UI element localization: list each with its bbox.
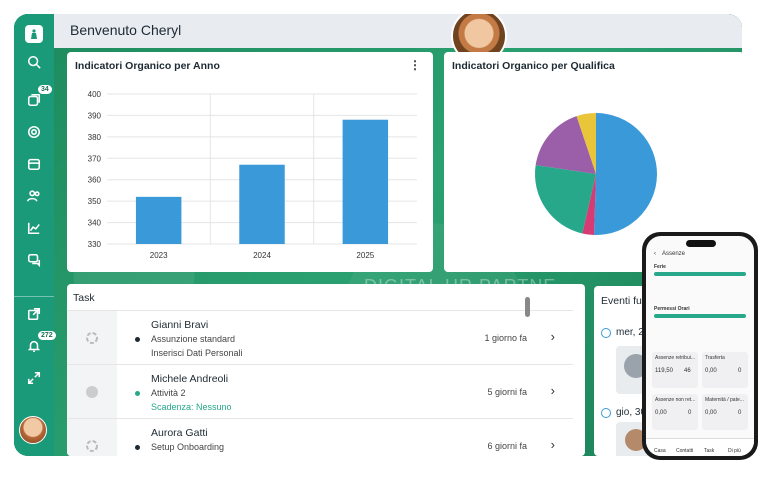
phone-progress-bar [654,272,746,276]
external-link-icon[interactable] [22,304,46,324]
y-tick-label: 370 [88,154,102,163]
radio-icon[interactable] [601,408,611,418]
x-tick-label: 2023 [150,251,168,260]
status-dot [135,445,140,450]
phone-card-value: 0,00 [705,368,717,374]
task-step: Inserisci Dati Personali [151,348,243,358]
task-status-cell [67,419,117,456]
calendar-icon[interactable] [22,154,46,174]
chart-icon[interactable] [22,218,46,238]
target-icon[interactable] [22,122,46,142]
header: Benvenuto Cheryl [54,14,742,64]
phone-card-value: 119,50 [655,368,673,374]
expand-icon[interactable] [22,368,46,388]
y-tick-label: 350 [88,197,102,206]
chevron-right-icon[interactable]: › [551,437,555,452]
phone-nav-home[interactable]: Casa [654,448,666,454]
task-row[interactable]: Aurora Gatti Setup Onboarding 6 giorni f… [67,418,573,456]
phone-card-title: Assenze non ret... [655,397,696,403]
phone-card[interactable]: Assenze non ret... 0,00 0 [652,394,698,430]
user-avatar[interactable] [19,416,47,444]
events-card-title: Eventi fu [601,295,642,307]
task-time: 1 giorno fa [484,333,527,343]
task-time: 6 giorni fa [487,441,527,451]
task-type: Attività 2 [151,388,186,398]
bar[interactable] [239,164,285,244]
inbox-badge: 34 [37,84,53,95]
task-status-cell [67,365,117,418]
phone-card-value: 0 [688,410,692,416]
task-assignee: Aurora Gatti [151,427,208,439]
phone-title: Assenze [662,251,686,257]
search-icon[interactable] [22,52,46,72]
chat-icon[interactable] [22,250,46,270]
phone-nav-contacts[interactable]: Contatti [676,448,693,454]
phone-mockup: ‹ Assenze Ferie Permessi Orari Assenze r… [642,232,758,460]
y-tick-label: 380 [88,133,102,142]
y-tick-label: 340 [88,219,102,228]
chevron-right-icon[interactable]: › [551,383,555,398]
notifications-badge: 272 [37,330,57,341]
x-tick-label: 2025 [356,251,374,260]
pie-slice[interactable] [594,113,658,236]
task-type: Assunzione standard [151,334,236,344]
task-time: 5 giorni fa [487,387,527,397]
phone-card-title: Maternità / pate... [705,397,744,403]
phone-card-value: 0,00 [655,410,667,416]
phone-card-title: Trasferta [705,355,725,361]
task-card-title: Task [73,292,95,304]
phone-back-icon[interactable]: ‹ [654,251,656,257]
task-type: Setup Onboarding [151,442,225,452]
bar-chart-card: Indicatori Organico per Anno ⋮ 330 340 350… [67,52,433,272]
phone-card-value: 46 [684,368,691,374]
task-card: Task Gianni Bravi Assunzione standard In… [67,284,585,456]
app-window: 34 272 Benvenuto Cheryl Indicatori Organ… [14,14,742,456]
status-dot [135,337,140,342]
page-title: Benvenuto Cheryl [70,22,182,38]
task-deadline: Scadenza: Nessuno [151,402,232,412]
bar[interactable] [342,119,389,244]
app-logo-icon[interactable] [25,25,43,43]
task-assignee: Michele Andreoli [151,373,229,385]
phone-bottom-nav: Casa Contatti Task Di più [646,438,754,456]
radio-icon[interactable] [601,328,611,338]
bar[interactable] [135,196,182,244]
progress-ring-icon [86,439,98,452]
phone-screen: ‹ Assenze Ferie Permessi Orari Assenze r… [646,236,754,456]
phone-notch [686,240,716,247]
phone-card[interactable]: Assenze retribui... 119,50 46 [652,352,698,388]
x-tick-label: 2024 [253,251,271,260]
status-dot [135,391,140,396]
phone-card[interactable]: Maternità / pate... 0,00 0 [702,394,748,430]
task-assignee: Gianni Bravi [151,319,209,331]
phone-nav-more[interactable]: Di più [728,448,741,454]
bell-icon[interactable]: 272 [22,330,57,356]
sidebar-divider [14,296,54,297]
inbox-icon[interactable]: 34 [22,84,53,110]
users-icon[interactable] [22,186,46,206]
chevron-right-icon[interactable]: › [551,329,555,344]
task-row[interactable]: Gianni Bravi Assunzione standard Inseris… [67,310,573,364]
phone-card-title: Assenze retribui... [655,355,696,361]
event-date: mer, 2 [616,327,644,338]
phone-nav-task[interactable]: Task [704,448,714,454]
phone-card[interactable]: Trasferta 0,00 0 [702,352,748,388]
phone-card-value: 0 [738,410,742,416]
phone-section-ferie: Ferie [654,264,666,270]
y-tick-label: 330 [88,240,102,249]
phone-card-value: 0,00 [705,410,717,416]
progress-ring-icon [86,331,98,344]
phone-section-permessi: Permessi Orari [654,306,690,312]
task-status-cell [67,311,117,364]
task-row[interactable]: Michele Andreoli Attività 2 Scadenza: Ne… [67,364,573,418]
phone-card-value: 0 [738,368,742,374]
y-tick-label: 400 [88,90,102,99]
bar-chart: 330 340 350 360 370 380 390 400 2023 2024 2025 [88,90,417,260]
grey-circle-icon [86,385,98,398]
y-tick-label: 390 [88,111,102,120]
phone-progress-bar [654,314,746,318]
y-tick-label: 360 [88,176,102,185]
scrollbar[interactable] [525,297,530,317]
